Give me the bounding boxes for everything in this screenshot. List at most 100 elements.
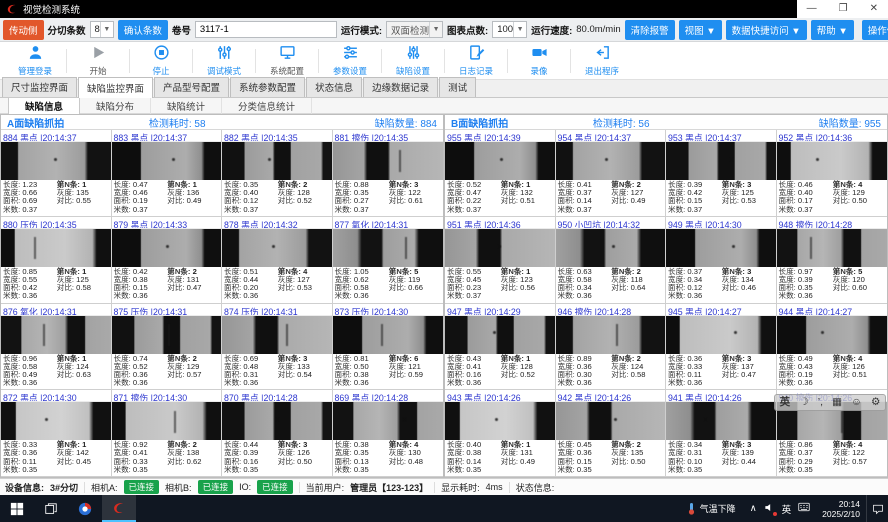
tab-6[interactable]: 边缘数据记录 (363, 77, 438, 97)
defect-thumbnail[interactable] (445, 142, 555, 180)
defect-thumbnail[interactable] (445, 229, 555, 267)
defect-thumbnail[interactable] (112, 142, 222, 180)
close-button[interactable]: ✕ (870, 0, 878, 18)
defect-cell[interactable]: 881 擦伤 |20:14:35长度: 0.88宽度: 0.35面积: 0.27… (333, 130, 444, 217)
defect-cell[interactable]: 950 小凹坑 |20:14:32长度: 0.63宽度: 0.58面积: 0.3… (556, 217, 667, 304)
defect-thumbnail[interactable] (556, 142, 666, 180)
defect-cell[interactable]: 953 黑点 |20:14:37长度: 0.39宽度: 0.42面积: 0.15… (666, 130, 777, 217)
defect-cell[interactable]: 947 黑点 |20:14:29长度: 0.43宽度: 0.41面积: 0.16… (445, 304, 556, 391)
moon-icon[interactable]: ☽ (799, 395, 808, 410)
defect-cell[interactable]: 948 擦伤 |20:14:28长度: 0.97宽度: 0.39面积: 0.35… (777, 217, 888, 304)
defect-cell[interactable]: 884 黑点 |20:14:37长度: 1.23宽度: 0.66面积: 0.69… (1, 130, 112, 217)
defect-cell[interactable]: 954 黑点 |20:14:37长度: 0.41宽度: 0.37面积: 0.14… (556, 130, 667, 217)
tab-1[interactable]: 缺陷信息 (8, 97, 80, 115)
defect-thumbnail[interactable] (777, 316, 888, 354)
clear-alarm-button[interactable]: 清除报警 (625, 20, 675, 40)
defect-cell[interactable]: 946 擦伤 |20:14:28长度: 0.89宽度: 0.36面积: 0.30… (556, 304, 667, 391)
toolbar-button-stop[interactable]: 停止 (130, 44, 192, 77)
defect-thumbnail[interactable] (445, 402, 555, 440)
quick-access-menu-button[interactable]: 数据快捷访问 ▼ (726, 20, 807, 40)
defect-cell[interactable]: 869 黑点 |20:14:28长度: 0.38宽度: 0.35面积: 0.13… (333, 390, 444, 477)
symbol-grid-icon[interactable]: ▦ (832, 395, 842, 410)
tray-expand-caret[interactable]: ∧ (750, 503, 757, 514)
toolbar-button-play[interactable]: 开始 (67, 44, 129, 77)
defect-cell[interactable]: 879 黑点 |20:14:33长度: 0.42宽度: 0.38面积: 0.15… (112, 217, 223, 304)
defect-thumbnail[interactable] (666, 142, 776, 180)
tab-4[interactable]: 分类信息统计 (222, 98, 312, 114)
toolbar-button-exit[interactable]: 退出程序 (571, 44, 633, 77)
defect-thumbnail[interactable] (333, 229, 444, 267)
maximize-button[interactable]: ❐ (839, 0, 848, 18)
defect-thumbnail[interactable] (777, 229, 888, 267)
keyboard-icon[interactable] (798, 502, 810, 515)
defect-thumbnail[interactable] (222, 229, 332, 267)
task-view-button[interactable] (34, 495, 68, 522)
view-menu-button[interactable]: 视图 ▼ (679, 20, 722, 40)
defect-thumbnail[interactable] (666, 316, 776, 354)
taskbar-app-browser[interactable] (68, 495, 102, 522)
drive-side-button[interactable]: 传动侧 (3, 20, 44, 40)
defect-thumbnail[interactable] (1, 316, 111, 354)
defect-cell[interactable]: 878 黑点 |20:14:32长度: 0.51宽度: 0.44面积: 0.20… (222, 217, 333, 304)
defect-thumbnail[interactable] (333, 142, 444, 180)
defect-cell[interactable]: 952 黑点 |20:14:36长度: 0.46宽度: 0.40面积: 0.17… (777, 130, 888, 217)
ime-language-indicator[interactable]: 英 (782, 502, 792, 516)
defect-thumbnail[interactable] (556, 402, 666, 440)
defect-cell[interactable]: 874 压伤 |20:14:31长度: 0.69宽度: 0.48面积: 0.31… (222, 304, 333, 391)
toolbar-button-log[interactable]: 日志记录 (445, 44, 507, 77)
tab-3[interactable]: 产品型号配置 (154, 77, 229, 97)
toolbar-button-debug[interactable]: 调试模式 (193, 44, 255, 77)
defect-thumbnail[interactable] (1, 142, 111, 180)
defect-cell[interactable]: 944 黑点 |20:14:27长度: 0.49宽度: 0.43面积: 0.19… (777, 304, 888, 391)
defect-thumbnail[interactable] (112, 316, 222, 354)
defect-thumbnail[interactable] (777, 142, 888, 180)
tab-2[interactable]: 缺陷分布 (80, 98, 151, 114)
tab-3[interactable]: 缺陷统计 (151, 98, 222, 114)
weather-widget[interactable]: 气温下降 (679, 502, 744, 515)
defect-thumbnail[interactable] (112, 402, 222, 440)
minimize-button[interactable]: — (807, 0, 817, 18)
defect-cell[interactable]: 942 黑点 |20:14:26长度: 0.45宽度: 0.36面积: 0.15… (556, 390, 667, 477)
tab-5[interactable]: 状态信息 (306, 77, 362, 97)
defect-thumbnail[interactable] (1, 402, 111, 440)
defect-cell[interactable]: 882 黑点 |20:14:35长度: 0.35宽度: 0.40面积: 0.12… (222, 130, 333, 217)
tab-4[interactable]: 系统参数配置 (230, 77, 305, 97)
defect-thumbnail[interactable] (556, 229, 666, 267)
toolbar-button-camera[interactable]: 录像 (508, 44, 570, 77)
defect-cell[interactable]: 873 压伤 |20:14:30长度: 0.81宽度: 0.50面积: 0.38… (333, 304, 444, 391)
defect-thumbnail[interactable] (666, 229, 776, 267)
defect-thumbnail[interactable] (222, 402, 332, 440)
defect-cell[interactable]: 871 擦伤 |20:14:30长度: 0.92宽度: 0.41面积: 0.33… (112, 390, 223, 477)
taskbar-clock[interactable]: 20:14 2025/2/10 (816, 499, 866, 519)
defect-cell[interactable]: 949 黑点 |20:14:30长度: 0.37宽度: 0.34面积: 0.12… (666, 217, 777, 304)
defect-cell[interactable]: 870 黑点 |20:14:28长度: 0.44宽度: 0.39面积: 0.16… (222, 390, 333, 477)
defect-cell[interactable]: 872 黑点 |20:14:30长度: 0.33宽度: 0.36面积: 0.11… (1, 390, 112, 477)
defect-cell[interactable]: 945 黑点 |20:14:27长度: 0.36宽度: 0.33面积: 0.11… (666, 304, 777, 391)
defect-cell[interactable]: 951 黑点 |20:14:36长度: 0.55宽度: 0.45面积: 0.23… (445, 217, 556, 304)
defect-thumbnail[interactable] (445, 316, 555, 354)
defect-thumbnail[interactable] (112, 229, 222, 267)
tab-2[interactable]: 缺陷监控界面 (78, 77, 153, 98)
help-menu-button[interactable]: 帮助 ▼ (811, 20, 854, 40)
action-center-button[interactable] (866, 495, 888, 522)
defect-thumbnail[interactable] (333, 316, 444, 354)
defect-thumbnail[interactable] (222, 142, 332, 180)
defect-thumbnail[interactable] (333, 402, 444, 440)
defect-thumbnail[interactable] (1, 229, 111, 267)
run-mode-select[interactable]: 双面检测▼ (386, 21, 443, 38)
slit-count-select[interactable]: 8▼ (90, 21, 114, 38)
operator-side-button[interactable]: 操作侧 (862, 20, 888, 40)
tab-1[interactable]: 尺寸监控界面 (2, 77, 77, 97)
defect-thumbnail[interactable] (666, 402, 776, 440)
taskbar-app-inspection-system[interactable] (102, 495, 136, 522)
defect-cell[interactable]: 943 黑点 |20:14:26长度: 0.40宽度: 0.38面积: 0.14… (445, 390, 556, 477)
defect-cell[interactable]: 941 黑点 |20:14:26长度: 0.34宽度: 0.31面积: 0.10… (666, 390, 777, 477)
defect-cell[interactable]: 875 压伤 |20:14:31长度: 0.74宽度: 0.52面积: 0.36… (112, 304, 223, 391)
roll-number-input[interactable] (195, 21, 337, 38)
toolbar-button-user[interactable]: 管理登录 (4, 44, 66, 77)
ime-settings-gear-icon[interactable]: ⚙ (871, 395, 880, 410)
defect-cell[interactable]: 883 黑点 |20:14:37长度: 0.47宽度: 0.46面积: 0.19… (112, 130, 223, 217)
volume-icon[interactable] (764, 502, 775, 516)
start-button[interactable] (0, 495, 34, 522)
chart-points-select[interactable]: 100▼ (492, 21, 527, 38)
